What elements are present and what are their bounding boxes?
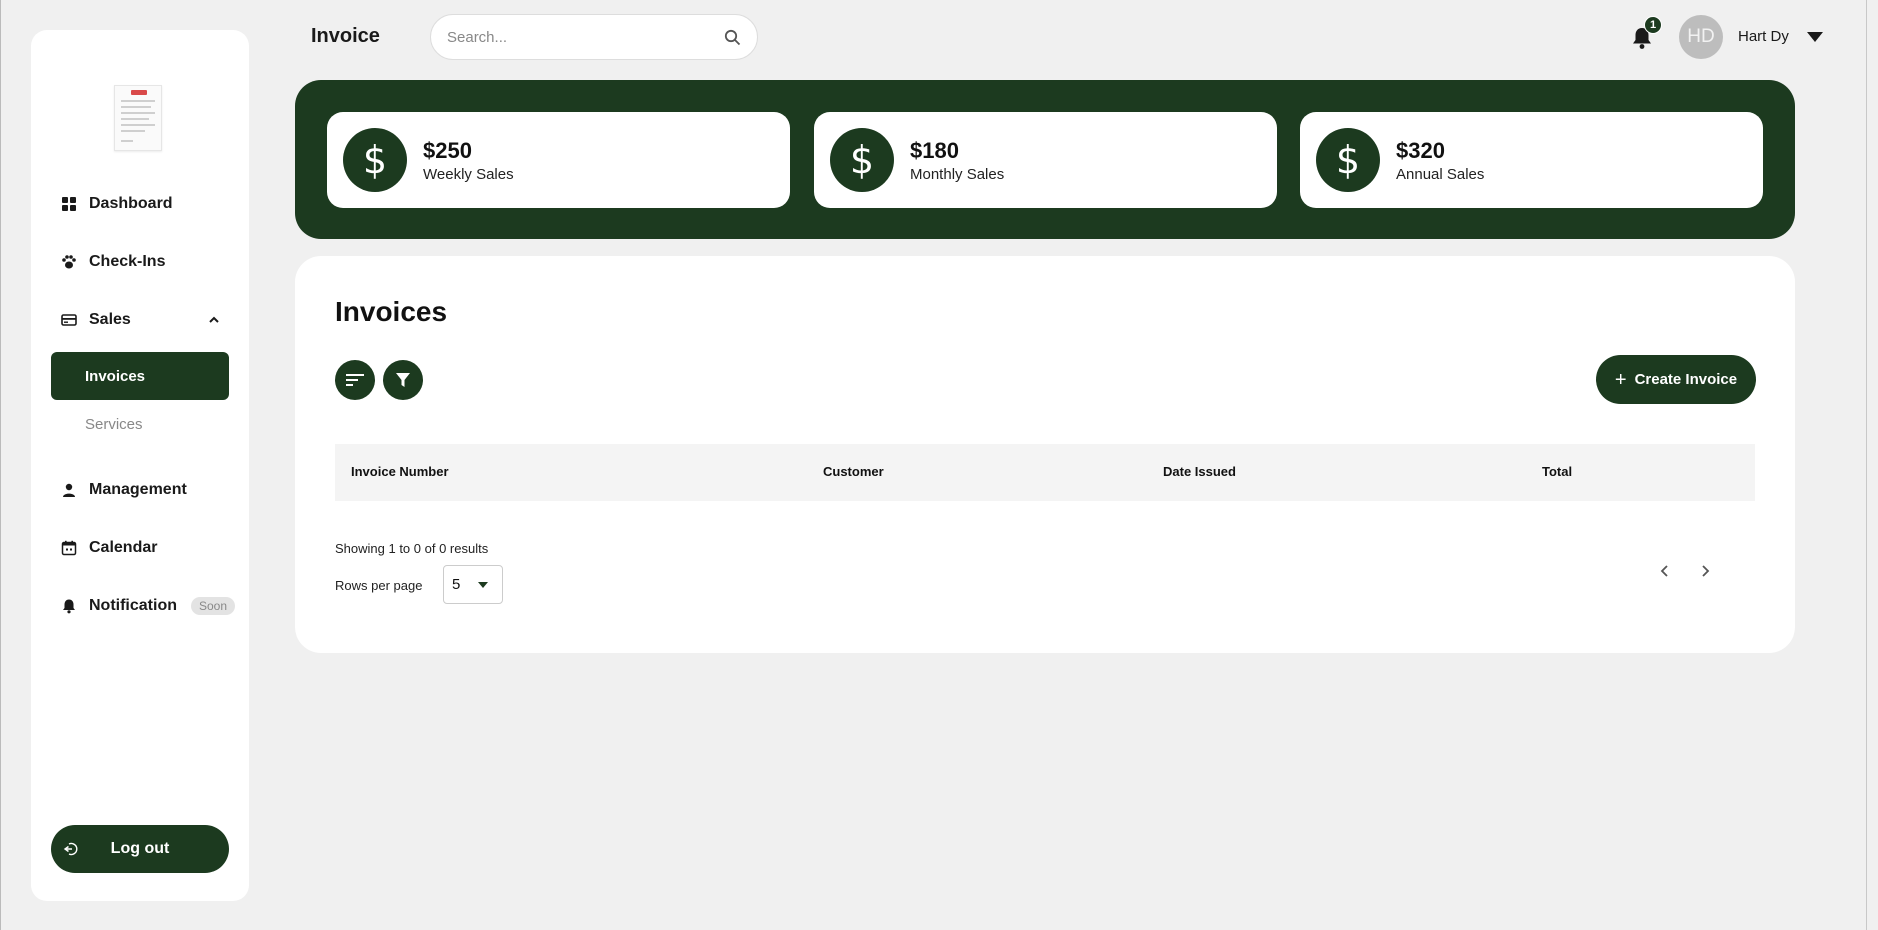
notification-count-badge: 1 (1644, 16, 1662, 34)
sidebar-item-sales[interactable]: Sales (51, 300, 229, 340)
user-name[interactable]: Hart Dy (1738, 28, 1789, 45)
search-icon[interactable] (724, 29, 741, 46)
search-bar[interactable] (430, 14, 758, 60)
sidebar-item-dashboard[interactable]: Dashboard (51, 184, 229, 224)
column-header-date-issued[interactable]: Date Issued (1163, 464, 1236, 479)
column-header-invoice-number[interactable]: Invoice Number (351, 464, 449, 479)
stat-label: Annual Sales (1396, 166, 1485, 183)
rows-per-page-label: Rows per page (335, 578, 423, 593)
scrollbar[interactable] (1866, 0, 1878, 930)
sort-button[interactable] (335, 360, 375, 400)
grid-icon (61, 196, 77, 212)
logout-button[interactable]: Log out (51, 825, 229, 873)
stat-value: $180 (910, 138, 959, 163)
stat-card-weekly: $ $250 Weekly Sales (327, 112, 790, 208)
chevron-left-icon (1660, 565, 1668, 577)
sidebar-item-label: Check-Ins (89, 253, 166, 270)
plus-icon: + (1614, 368, 1627, 391)
sidebar-item-label: Dashboard (89, 195, 173, 212)
logout-icon (63, 842, 78, 856)
caret-down-icon (478, 582, 488, 588)
filter-button[interactable] (383, 360, 423, 400)
paw-icon (61, 254, 77, 270)
pagination-summary: Showing 1 to 0 of 0 results (335, 541, 489, 556)
dollar-icon: $ (830, 128, 894, 192)
stat-label: Weekly Sales (423, 166, 514, 183)
sales-stats-banner: $ $250 Weekly Sales $ $180 Monthly Sales… (295, 80, 1795, 239)
sidebar-item-calendar[interactable]: Calendar (51, 528, 229, 568)
previous-page-button[interactable] (1655, 561, 1675, 581)
invoices-panel: Invoices + Create Invoice Invoice Number… (295, 256, 1795, 653)
stat-card-monthly: $ $180 Monthly Sales (814, 112, 1277, 208)
sidebar-item-management[interactable]: Management (51, 470, 229, 510)
invoices-table-header: Invoice Number Customer Date Issued Tota… (335, 444, 1755, 501)
sidebar-item-check-ins[interactable]: Check-Ins (51, 242, 229, 282)
person-icon (61, 482, 77, 498)
create-invoice-label: Create Invoice (1634, 371, 1738, 388)
dollar-icon: $ (1316, 128, 1380, 192)
filter-icon (396, 373, 410, 387)
card-icon (61, 312, 77, 328)
page-title: Invoice (311, 25, 380, 47)
calendar-icon (61, 540, 77, 556)
sidebar-subitem-services[interactable]: Services (51, 400, 229, 448)
soon-badge: Soon (191, 597, 236, 615)
avatar[interactable]: HD (1679, 15, 1723, 59)
invoices-heading: Invoices (335, 296, 448, 327)
sidebar-item-label: Management (89, 481, 187, 498)
stat-value: $250 (423, 138, 472, 163)
sidebar-subitem-invoices[interactable]: Invoices (51, 352, 229, 400)
sidebar: Dashboard Check-Ins Sales Invoices Servi… (31, 30, 249, 901)
app-logo (114, 85, 162, 151)
stat-label: Monthly Sales (910, 166, 1005, 183)
create-invoice-button[interactable]: + Create Invoice (1596, 355, 1756, 404)
caret-down-icon[interactable] (1806, 31, 1824, 43)
chevron-up-icon[interactable] (207, 313, 221, 327)
sidebar-item-label: Sales (89, 311, 131, 328)
sidebar-item-label: Notification (89, 597, 177, 614)
bell-icon (61, 598, 77, 614)
search-input[interactable] (447, 28, 724, 46)
sidebar-subitem-label: Invoices (85, 367, 146, 385)
chevron-right-icon (1702, 565, 1710, 577)
column-header-customer[interactable]: Customer (823, 464, 884, 479)
window-edge (0, 0, 1, 930)
sidebar-item-label: Calendar (89, 539, 158, 556)
rows-per-page-value: 5 (452, 576, 461, 593)
logout-label: Log out (110, 840, 170, 857)
stat-value: $320 (1396, 138, 1445, 163)
dollar-icon: $ (343, 128, 407, 192)
stat-card-annual: $ $320 Annual Sales (1300, 112, 1763, 208)
sidebar-item-notification[interactable]: Notification Soon (51, 586, 236, 626)
sidebar-subitem-label: Services (85, 415, 143, 433)
next-page-button[interactable] (1695, 561, 1715, 581)
column-header-total[interactable]: Total (1542, 464, 1572, 479)
sort-icon (346, 374, 364, 386)
rows-per-page-select[interactable]: 5 (443, 565, 503, 604)
